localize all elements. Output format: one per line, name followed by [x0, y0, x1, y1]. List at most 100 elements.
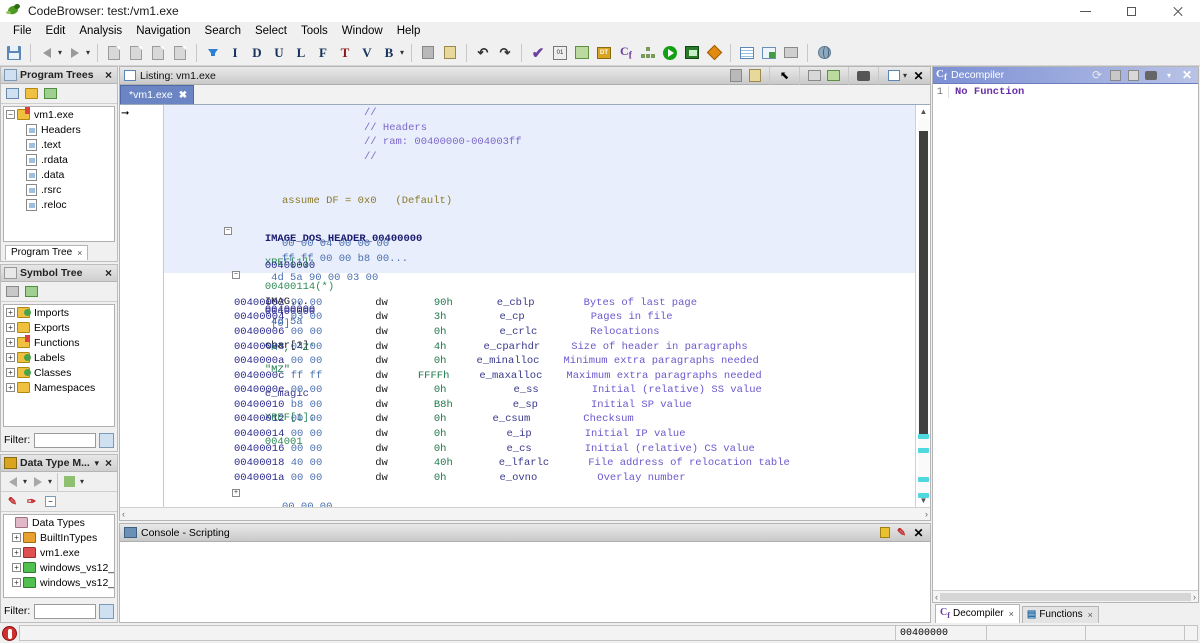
- program-tree-node-rsrc[interactable]: .rsrc: [4, 182, 114, 197]
- symbol-tree-node-labels[interactable]: + Labels: [4, 350, 114, 365]
- text-icon[interactable]: T: [335, 43, 355, 63]
- cut-icon[interactable]: [418, 43, 438, 63]
- hscroll-right-arrow[interactable]: ›: [925, 509, 928, 519]
- program-tree-node-reloc[interactable]: .reloc: [4, 197, 114, 212]
- tab-close-icon[interactable]: ×: [1088, 610, 1093, 620]
- back-icon[interactable]: [37, 43, 57, 63]
- listing-tab-vm1[interactable]: *vm1.exe ✖: [120, 85, 194, 104]
- label-icon[interactable]: L: [291, 43, 311, 63]
- select-cursor-icon[interactable]: ⬉: [775, 68, 794, 84]
- collapse-toggle[interactable]: −: [232, 271, 240, 279]
- listing-vertical-scrollbar[interactable]: ▲ ▼: [915, 105, 930, 507]
- decompiler-body[interactable]: 1 No Function: [933, 84, 1198, 590]
- expand-toggle[interactable]: +: [12, 563, 21, 572]
- paste-icon[interactable]: [1124, 68, 1142, 83]
- program-tree-node-data[interactable]: .data: [4, 167, 114, 182]
- listing-row[interactable]: 0040000a 00 00dw0he_minallocMinimum extr…: [164, 355, 915, 370]
- camera-icon[interactable]: [854, 68, 873, 84]
- symbol-tree-node-imports[interactable]: + Imports: [4, 305, 114, 320]
- close-button[interactable]: [1154, 0, 1200, 22]
- diff-icon[interactable]: [824, 68, 843, 84]
- decompiler-dropdown-arrow[interactable]: ▾: [1160, 68, 1178, 83]
- expand-toggle[interactable]: +: [12, 533, 21, 542]
- console-close-icon[interactable]: ✕: [910, 525, 927, 541]
- menu-item-navigation[interactable]: Navigation: [129, 23, 197, 39]
- tab-functions[interactable]: ▤ Functions ×: [1022, 606, 1099, 623]
- listing-row[interactable]: 00400006 00 00dw0he_crlcRelocations: [164, 326, 915, 341]
- expand-toggle[interactable]: +: [6, 368, 15, 377]
- snapshot-icon[interactable]: [104, 43, 124, 63]
- open-doc-icon[interactable]: [170, 43, 190, 63]
- bytes-icon[interactable]: B: [379, 43, 399, 63]
- back-dropdown-arrow[interactable]: ▾: [56, 48, 64, 57]
- debugger-icon[interactable]: [682, 43, 702, 63]
- open-folder-icon[interactable]: [23, 86, 40, 102]
- forward-icon[interactable]: [65, 43, 85, 63]
- navigation-marker[interactable]: [918, 448, 929, 453]
- maximize-button[interactable]: [1108, 0, 1154, 22]
- memory-map-icon[interactable]: [759, 43, 779, 63]
- script-manager-icon[interactable]: [572, 43, 592, 63]
- run-icon[interactable]: [660, 43, 680, 63]
- listing-row[interactable]: 00400010 b8 00dwB8he_spInitial SP value: [164, 399, 915, 414]
- data-type-tree[interactable]: Data Types + BuiltInTypes + vm1.exe +: [3, 514, 115, 598]
- instruction-icon[interactable]: I: [225, 43, 245, 63]
- listing-row[interactable]: 0040000c ff ffdwFFFFhe_maxallocMaximum e…: [164, 370, 915, 385]
- data-type-manager-close[interactable]: ×: [102, 456, 115, 470]
- scroll-down-arrow[interactable]: ▼: [919, 496, 928, 505]
- listing-row[interactable]: + 0040001c 00 00 00 00 00 dw[4] e_res[4]…: [164, 486, 915, 501]
- expand-toggle[interactable]: +: [12, 578, 21, 587]
- expand-toggle[interactable]: −: [6, 110, 15, 119]
- check-icon[interactable]: ✔: [528, 43, 548, 63]
- menu-item-file[interactable]: File: [6, 23, 39, 39]
- scroll-up-arrow[interactable]: ▲: [919, 107, 928, 116]
- data-icon[interactable]: D: [247, 43, 267, 63]
- symbol-tree-node-exports[interactable]: + Exports: [4, 320, 114, 335]
- copy-doc-icon[interactable]: [126, 43, 146, 63]
- dtm-filter-off-icon[interactable]: ✎: [4, 494, 21, 510]
- listing-close-icon[interactable]: ✕: [909, 68, 928, 84]
- symbol-tree-node-classes[interactable]: + Classes: [4, 365, 114, 380]
- down-arrow-icon[interactable]: [203, 43, 223, 63]
- menu-item-edit[interactable]: Edit: [39, 23, 73, 39]
- listing-row[interactable]: 0040000e 00 00dw0he_ssInitial (relative)…: [164, 384, 915, 399]
- dtm-sort-arrow[interactable]: ▾: [78, 477, 86, 486]
- listing-horizontal-scrollbar[interactable]: ‹ ›: [120, 507, 930, 520]
- rename-icon[interactable]: [4, 284, 21, 300]
- copy-icon[interactable]: [1106, 68, 1124, 83]
- program-tree-node-text[interactable]: .text: [4, 137, 114, 152]
- dec-hscroll-thumb[interactable]: [940, 593, 1191, 601]
- expand-toggle[interactable]: +: [232, 489, 240, 497]
- listing-row[interactable]: 00400016 00 00dw0he_csInitial (relative)…: [164, 443, 915, 458]
- dec-hscroll-left-arrow[interactable]: ‹: [935, 592, 938, 602]
- undefined-icon[interactable]: U: [269, 43, 289, 63]
- dtm-collapse-icon[interactable]: −: [42, 494, 59, 510]
- menu-item-select[interactable]: Select: [248, 23, 294, 39]
- clear-icon[interactable]: ✎: [893, 525, 910, 541]
- expand-toggle[interactable]: +: [6, 383, 15, 392]
- decompiler-close-icon[interactable]: ✕: [1178, 68, 1196, 83]
- filter-options-icon[interactable]: [99, 604, 114, 619]
- data-types-root[interactable]: Data Types: [4, 515, 114, 530]
- tab-decompiler[interactable]: Cf Decompiler ×: [935, 604, 1020, 623]
- data-type-node-builtin[interactable]: + BuiltInTypes: [4, 530, 114, 545]
- diff-icon[interactable]: [704, 43, 724, 63]
- dtm-back-icon[interactable]: [4, 474, 21, 490]
- listing-body[interactable]: ➞ // // Headers // ram: 00400000-004003f…: [120, 105, 930, 507]
- program-trees-close[interactable]: ×: [102, 68, 115, 82]
- listing-row[interactable]: 00400018 40 00dw40he_lfarlcFile address …: [164, 457, 915, 472]
- status-resize-grip[interactable]: [1184, 625, 1198, 641]
- listing-row[interactable]: 0040001a 00 00dw0he_ovnoOverlay number: [164, 472, 915, 487]
- data-type-node-vs12-32[interactable]: + windows_vs12_32: [4, 560, 114, 575]
- collapse-icon[interactable]: [42, 86, 59, 102]
- status-icon[interactable]: [2, 626, 17, 641]
- paste-icon[interactable]: [440, 43, 460, 63]
- filter-options-icon[interactable]: [99, 433, 114, 448]
- scrollbar-thumb[interactable]: [919, 131, 928, 436]
- camera-icon[interactable]: [1142, 68, 1160, 83]
- dtm-forward-icon[interactable]: [29, 474, 46, 490]
- snapshot-icon[interactable]: [805, 68, 824, 84]
- program-tree-node-headers[interactable]: Headers: [4, 122, 114, 137]
- refresh-icon[interactable]: [23, 284, 40, 300]
- data-type-node-vs12-64[interactable]: + windows_vs12_64: [4, 575, 114, 590]
